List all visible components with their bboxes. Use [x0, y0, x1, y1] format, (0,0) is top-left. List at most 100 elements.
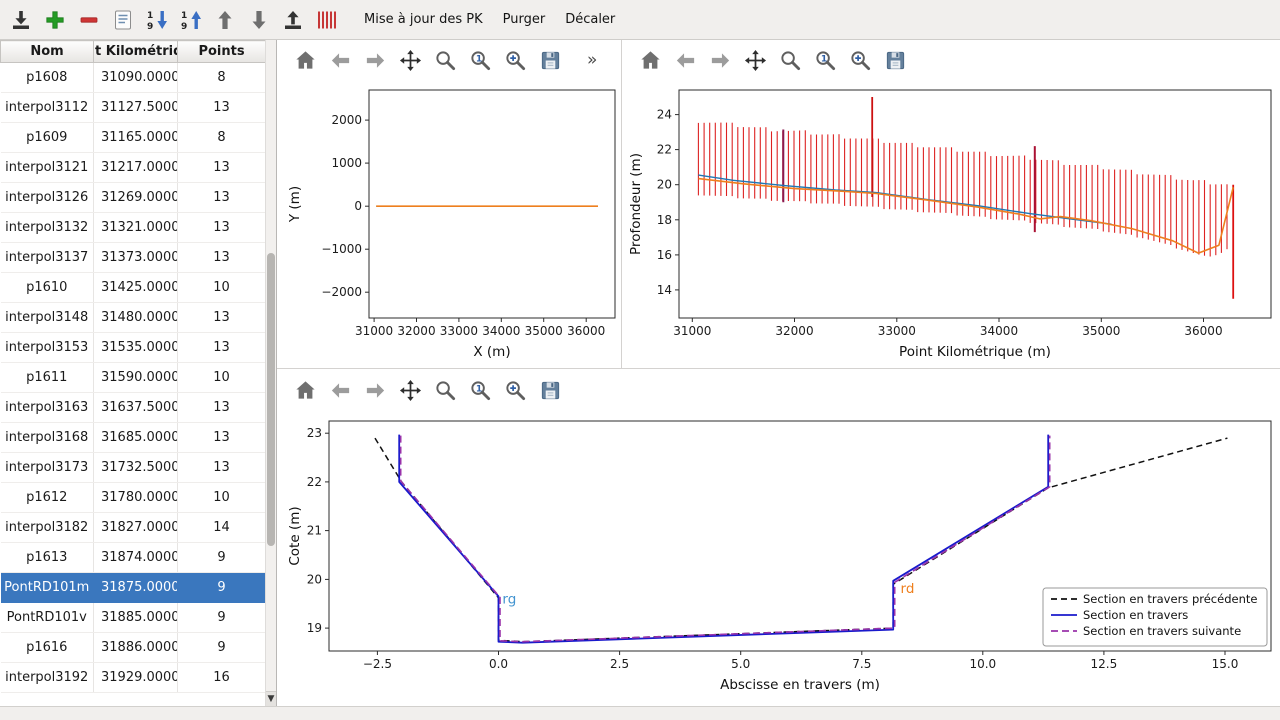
cell-points[interactable]: 13 — [178, 243, 266, 273]
save-button[interactable] — [538, 48, 562, 72]
cell-points[interactable]: 9 — [178, 573, 266, 603]
cell-pk[interactable]: 31885.0000 — [94, 603, 178, 633]
cell-points[interactable]: 13 — [178, 183, 266, 213]
cell-pk[interactable]: 31886.0000 — [94, 633, 178, 663]
move-down-button[interactable] — [246, 7, 272, 33]
add-button[interactable] — [42, 7, 68, 33]
table-row[interactable]: p160831090.00008 — [1, 63, 266, 93]
toolbar-overflow-button[interactable]: » — [587, 50, 597, 70]
cell-nom[interactable]: p1613 — [1, 543, 94, 573]
zoom-one-button[interactable]: 1 — [468, 378, 492, 402]
column-header-nom[interactable]: Nom — [1, 41, 94, 63]
toolbar-action-0[interactable]: Mise à jour des PK — [354, 8, 493, 31]
cell-nom[interactable]: p1609 — [1, 123, 94, 153]
column-header-points[interactable]: Points — [178, 41, 266, 63]
home-button[interactable] — [638, 48, 662, 72]
table-row[interactable]: interpol319231929.000016 — [1, 663, 266, 693]
table-row[interactable]: PontRD101m31875.00009 — [1, 573, 266, 603]
cell-nom[interactable]: interpol3182 — [1, 513, 94, 543]
cross-section-plot[interactable]: −2.50.02.55.07.510.012.515.01920212223Ab… — [277, 411, 1280, 706]
cell-nom[interactable]: interpol3192 — [1, 663, 94, 693]
zoom-button[interactable] — [778, 48, 802, 72]
cell-points[interactable]: 10 — [178, 483, 266, 513]
cell-pk[interactable]: 31929.0000 — [94, 663, 178, 693]
cell-nom[interactable]: PontRD101m — [1, 573, 94, 603]
cell-points[interactable]: 13 — [178, 453, 266, 483]
cell-nom[interactable]: p1611 — [1, 363, 94, 393]
table-row[interactable]: interpol317331732.500013 — [1, 453, 266, 483]
zoom-rect-button[interactable] — [503, 378, 527, 402]
table-row[interactable]: interpol315331535.000013 — [1, 333, 266, 363]
cell-points[interactable]: 9 — [178, 543, 266, 573]
longitudinal-profile-plot[interactable]: 3100032000330003400035000360001416182022… — [622, 80, 1280, 368]
forward-button[interactable] — [363, 48, 387, 72]
cell-points[interactable]: 13 — [178, 153, 266, 183]
cell-nom[interactable]: p1608 — [1, 63, 94, 93]
cell-points[interactable]: 8 — [178, 123, 266, 153]
table-scrollbar[interactable]: ▼ — [265, 40, 276, 706]
table-row[interactable]: interpol312631269.000013 — [1, 183, 266, 213]
cell-points[interactable]: 9 — [178, 633, 266, 663]
cell-points[interactable]: 13 — [178, 423, 266, 453]
export-button[interactable] — [280, 7, 306, 33]
import-button[interactable] — [8, 7, 34, 33]
table-row[interactable]: p161331874.00009 — [1, 543, 266, 573]
table-row[interactable]: p161631886.00009 — [1, 633, 266, 663]
cell-nom[interactable]: interpol3148 — [1, 303, 94, 333]
cell-pk[interactable]: 31269.0000 — [94, 183, 178, 213]
cell-pk[interactable]: 31217.0000 — [94, 153, 178, 183]
cell-points[interactable]: 13 — [178, 333, 266, 363]
forward-button[interactable] — [363, 378, 387, 402]
cell-nom[interactable]: interpol3137 — [1, 243, 94, 273]
sections-button[interactable] — [314, 7, 340, 33]
home-button[interactable] — [293, 48, 317, 72]
cell-pk[interactable]: 31732.5000 — [94, 453, 178, 483]
cell-pk[interactable]: 31590.0000 — [94, 363, 178, 393]
cell-nom[interactable]: interpol3126 — [1, 183, 94, 213]
cell-pk[interactable]: 31874.0000 — [94, 543, 178, 573]
table-row[interactable]: interpol314831480.000013 — [1, 303, 266, 333]
cell-points[interactable]: 8 — [178, 63, 266, 93]
cell-pk[interactable]: 31637.5000 — [94, 393, 178, 423]
toolbar-action-2[interactable]: Décaler — [555, 8, 625, 31]
table-row[interactable]: interpol313731373.000013 — [1, 243, 266, 273]
move-up-button[interactable] — [212, 7, 238, 33]
sort-ascending-button[interactable]: 19 — [144, 7, 170, 33]
cell-nom[interactable]: PontRD101v — [1, 603, 94, 633]
zoom-rect-button[interactable] — [848, 48, 872, 72]
cell-pk[interactable]: 31685.0000 — [94, 423, 178, 453]
cell-points[interactable]: 13 — [178, 303, 266, 333]
table-row[interactable]: interpol316331637.500013 — [1, 393, 266, 423]
cell-pk[interactable]: 31425.0000 — [94, 273, 178, 303]
column-header-pk[interactable]: t Kilométrique — [94, 41, 178, 63]
cell-points[interactable]: 10 — [178, 363, 266, 393]
cell-pk[interactable]: 31090.0000 — [94, 63, 178, 93]
table-row[interactable]: p161031425.000010 — [1, 273, 266, 303]
table-row[interactable]: PontRD101v31885.00009 — [1, 603, 266, 633]
cell-nom[interactable]: interpol3163 — [1, 393, 94, 423]
cell-pk[interactable]: 31321.0000 — [94, 213, 178, 243]
table-row[interactable]: interpol311231127.500013 — [1, 93, 266, 123]
plan-view-plot[interactable]: 310003200033000340003500036000200010000−… — [277, 80, 621, 368]
cell-points[interactable]: 13 — [178, 93, 266, 123]
cell-nom[interactable]: interpol3173 — [1, 453, 94, 483]
save-button[interactable] — [883, 48, 907, 72]
edit-list-button[interactable] — [110, 7, 136, 33]
pan-button[interactable] — [743, 48, 767, 72]
zoom-button[interactable] — [433, 48, 457, 72]
back-button[interactable] — [673, 48, 697, 72]
cell-points[interactable]: 14 — [178, 513, 266, 543]
cell-points[interactable]: 9 — [178, 603, 266, 633]
cell-nom[interactable]: p1616 — [1, 633, 94, 663]
cell-nom[interactable]: interpol3153 — [1, 333, 94, 363]
cell-nom[interactable]: interpol3168 — [1, 423, 94, 453]
cell-points[interactable]: 13 — [178, 213, 266, 243]
table-row[interactable]: p161231780.000010 — [1, 483, 266, 513]
remove-button[interactable] — [76, 7, 102, 33]
zoom-button[interactable] — [433, 378, 457, 402]
table-row[interactable]: p161131590.000010 — [1, 363, 266, 393]
cell-pk[interactable]: 31780.0000 — [94, 483, 178, 513]
table-row[interactable]: interpol312131217.000013 — [1, 153, 266, 183]
cell-nom[interactable]: p1612 — [1, 483, 94, 513]
cell-pk[interactable]: 31127.5000 — [94, 93, 178, 123]
